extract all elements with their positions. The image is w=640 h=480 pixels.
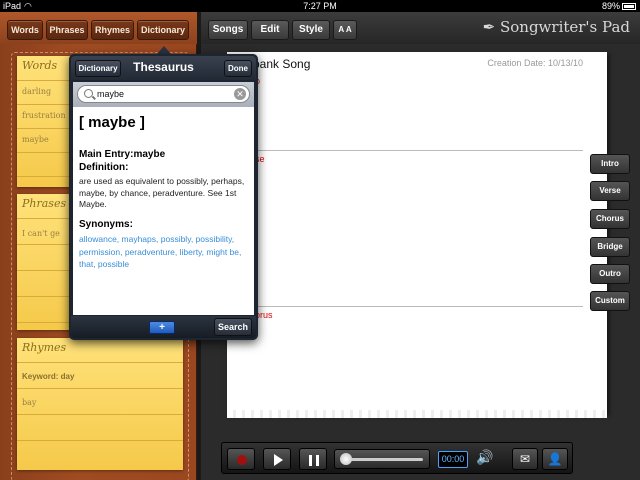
audio-player: 00:00 🔊 ✉ 👤	[221, 442, 573, 474]
headword: [ maybe ]	[79, 114, 145, 131]
play-icon	[274, 454, 283, 466]
list-item[interactable]: frustration	[22, 111, 66, 120]
rhymes-note-header: Rhymes	[22, 341, 67, 354]
battery-icon	[622, 3, 636, 11]
clock: 7:27 PM	[303, 1, 337, 11]
main-entry: Main Entry:maybe	[79, 149, 166, 160]
search-bar: maybe ✕	[73, 82, 254, 107]
dictionary-button[interactable]: Dictionary	[75, 60, 121, 77]
time-display: 00:00	[438, 451, 468, 468]
intro-button[interactable]: Intro	[590, 154, 630, 174]
battery-percent: 89%	[601, 1, 620, 11]
list-item[interactable]: darling	[22, 87, 51, 96]
feather-pen-icon: ✒	[482, 18, 496, 36]
thesaurus-entry: [ maybe ] Main Entry:maybe Definition: a…	[73, 107, 254, 315]
battery-indicator: 89%	[602, 0, 636, 12]
definition-label: Definition:	[79, 162, 129, 173]
song-title[interactable]: bank Song	[253, 57, 310, 71]
definition-text: are used as equivalent to possibly, perh…	[79, 176, 245, 209]
list-item[interactable]: I can't ge	[22, 229, 60, 238]
pause-icon	[309, 455, 319, 466]
song-sheet[interactable]: bank Song Creation Date: 10/13/10 o se o…	[227, 52, 607, 414]
song-workspace: Songs Edit Style A A ✒ Songwriter's Pad …	[201, 12, 640, 480]
font-size-button[interactable]: A A	[333, 20, 357, 40]
rhymes-keyword: Keyword: day	[22, 372, 75, 381]
popover-arrow	[157, 46, 171, 54]
tab-dictionary[interactable]: Dictionary	[137, 20, 189, 40]
songs-button[interactable]: Songs	[208, 20, 248, 40]
add-button[interactable]: +	[149, 321, 175, 334]
synonyms-label: Synonyms:	[79, 219, 133, 230]
thesaurus-popover: Thesaurus Dictionary Done maybe ✕ [ mayb…	[69, 54, 258, 340]
section-divider	[253, 150, 583, 151]
creation-date: Creation Date: 10/13/10	[487, 58, 583, 68]
verse-button[interactable]: Verse	[590, 181, 630, 201]
app-logo: ✒ Songwriter's Pad	[483, 18, 630, 36]
outro-button[interactable]: Outro	[590, 264, 630, 284]
words-note-header: Words	[22, 59, 58, 72]
synonyms-list[interactable]: allowance, mayhaps, possibly, possibilit…	[79, 233, 251, 271]
slider-track	[343, 458, 423, 461]
paper-torn-edge	[227, 410, 607, 418]
left-tab-bar: Words Phrases Rhymes Dictionary	[0, 12, 197, 44]
contacts-button[interactable]: 👤	[542, 448, 568, 470]
chorus-button[interactable]: Chorus	[590, 209, 630, 229]
rhymes-note[interactable]: Rhymes Keyword: day bay	[17, 338, 183, 470]
clear-icon[interactable]: ✕	[234, 88, 246, 100]
popover-footer: + Search	[71, 316, 256, 338]
main-toolbar: Songs Edit Style A A ✒ Songwriter's Pad	[201, 12, 640, 44]
playback-slider[interactable]	[334, 449, 430, 469]
tab-rhymes[interactable]: Rhymes	[91, 20, 134, 40]
app-screen: iPad ◠ 7:27 PM 89% Words Phrases Rhymes D…	[0, 0, 640, 480]
popover-header: Thesaurus Dictionary Done	[71, 56, 256, 80]
tab-phrases[interactable]: Phrases	[46, 20, 88, 40]
pause-button[interactable]	[299, 448, 327, 470]
tab-words[interactable]: Words	[7, 20, 43, 40]
record-button[interactable]	[227, 448, 255, 470]
status-bar: iPad ◠ 7:27 PM 89%	[0, 0, 640, 12]
edit-button[interactable]: Edit	[251, 20, 289, 40]
list-item[interactable]: bay	[22, 398, 36, 407]
section-divider	[253, 306, 583, 307]
bridge-button[interactable]: Bridge	[590, 237, 630, 257]
search-icon	[84, 89, 93, 98]
custom-button[interactable]: Custom	[590, 291, 630, 311]
search-input-value[interactable]: maybe	[97, 89, 124, 99]
mail-icon: ✉	[519, 452, 531, 466]
done-button[interactable]: Done	[224, 60, 252, 77]
slider-knob[interactable]	[340, 453, 352, 465]
person-icon: 👤	[547, 452, 563, 466]
email-button[interactable]: ✉	[512, 448, 538, 470]
list-item[interactable]: maybe	[22, 135, 49, 144]
search-input[interactable]: maybe ✕	[77, 85, 250, 103]
search-button[interactable]: Search	[214, 318, 252, 336]
play-button[interactable]	[263, 448, 291, 470]
volume-icon[interactable]: 🔊	[476, 449, 493, 466]
record-icon	[237, 455, 247, 465]
style-button[interactable]: Style	[292, 20, 330, 40]
brand-text: Songwriter's Pad	[499, 18, 630, 36]
phrases-note-header: Phrases	[22, 197, 67, 210]
